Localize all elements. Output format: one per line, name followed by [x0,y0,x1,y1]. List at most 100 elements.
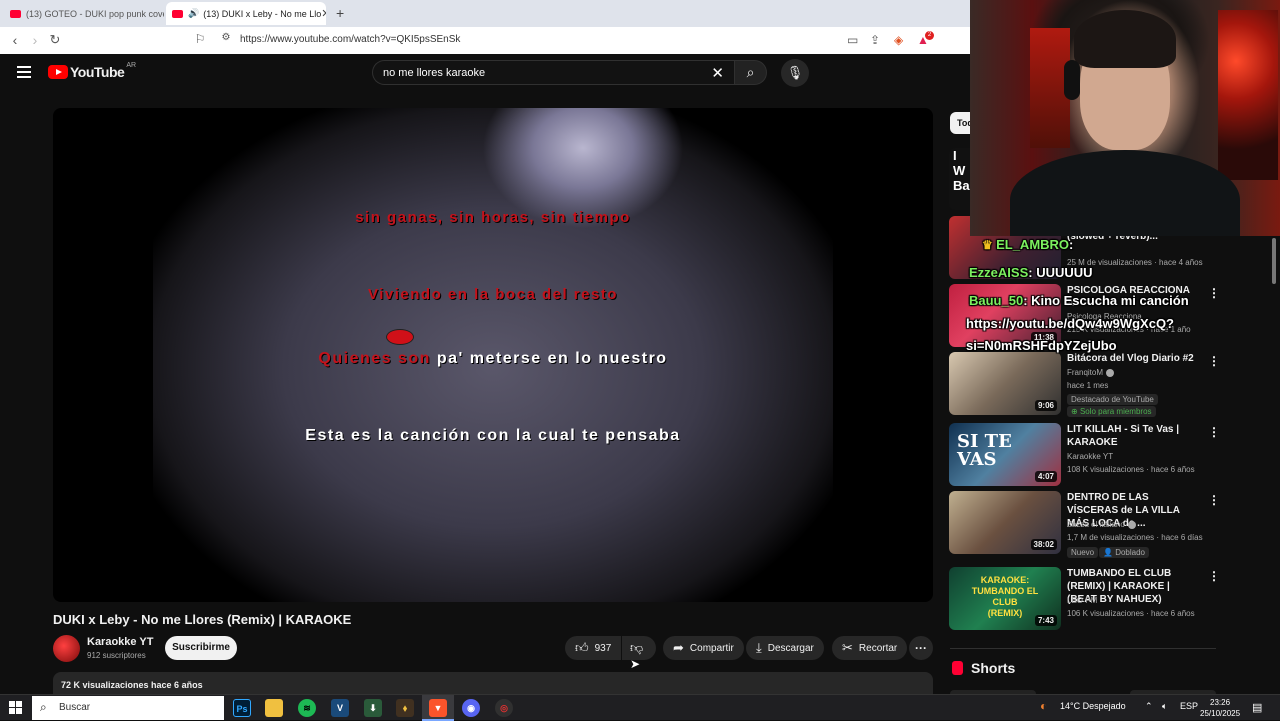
mouse-cursor-icon: ➤ [630,657,641,671]
site-settings-icon[interactable]: ⚙ [218,32,234,43]
webcam-overlay [970,0,1280,236]
video-thumbnail[interactable]: 38:02 [949,491,1061,554]
more-vertical-icon[interactable]: ⋮ [1208,354,1220,368]
share-button[interactable]: ➦ Compartir [663,636,744,660]
lyric-line-3: Quienes son pa' meterse en lo nuestro [53,350,933,368]
logo-text: YouTube [70,64,125,80]
dubbed-icon: 👤 [1103,548,1116,557]
like-button[interactable]: 👍︎ 937 [565,636,621,660]
photoshop-icon[interactable]: Ps [233,699,251,717]
search-button[interactable]: ⌕ [734,60,767,85]
clip-button[interactable]: ✂ Recortar [832,636,908,660]
shorts-section-header[interactable]: Shorts [952,660,1015,676]
youtube-header: YouTube AR no me llores karaoke ✕ ⌕ 🎙 [0,54,970,98]
recommendation-channel[interactable]: Zazza el italiano [1067,520,1136,529]
language-indicator[interactable]: ESP [1180,701,1198,711]
channel-avatar[interactable] [53,635,80,662]
subscriber-count: 912 suscriptores [87,651,146,660]
chat-username: EzzeAISS [969,265,1029,280]
clip-label: Recortar [858,642,898,654]
taskbar-search-placeholder: Buscar [59,702,91,713]
taskbar-search-input[interactable]: ⌕ Buscar [32,696,224,720]
video-duration: 9:06 [1034,400,1057,411]
voice-search-button[interactable]: 🎙 [781,59,809,87]
brave-shield-icon[interactable]: ◈ [894,33,903,47]
more-vertical-icon[interactable]: ⋮ [1208,493,1220,507]
headset [1064,60,1080,100]
recommendation-channel[interactable]: FranqitoM [1067,368,1115,377]
video-thumbnail[interactable]: 9:06 [949,352,1061,415]
more-vertical-icon[interactable]: ⋮ [1208,286,1220,300]
cast-icon[interactable]: ▭ [847,33,858,47]
clear-search-icon[interactable]: ✕ [711,64,724,82]
like-count: 937 [594,642,612,654]
recommendation-channel[interactable]: LEO PM [1067,596,1097,605]
search-input-value: no me llores karaoke [383,67,486,79]
app-icon[interactable]: ⬇ [364,699,382,717]
lyric-line-4: Esta es la canción con la cual te pensab… [305,427,681,444]
video-title: DUKI x Leby - No me Llores (Remix) | KAR… [53,612,352,627]
video-thumbnail[interactable]: SI TE VAS 4:07 [949,423,1061,486]
scrollbar-track[interactable] [1271,236,1277,688]
lyric-line-1: sin ganas, sin horas, sin tiempo [355,209,631,226]
chat-text: : Kino Escucha mi canción [1023,293,1189,308]
chevron-up-icon[interactable]: ⌃ [1145,701,1153,712]
league-icon[interactable]: ⬧ [396,699,414,717]
section-divider [950,648,1216,649]
video-thumbnail[interactable]: KARAOKE: TUMBANDO EL CLUB (REMIX) 7:43 [949,567,1061,630]
back-arrow-icon[interactable]: ‹ [7,32,23,48]
channel-name[interactable]: Karaokke YT [87,636,153,648]
clock-time: 23:26 [1210,698,1231,707]
more-actions-button[interactable]: ··· [909,636,933,660]
close-tab-icon[interactable]: ✕ [321,7,326,20]
share-page-icon[interactable]: ⇪ [870,33,880,47]
thumbnail-text: SI TE VAS [957,431,1012,470]
url-field[interactable]: https://www.youtube.com/watch?v=QKI5psSE… [240,34,460,45]
recommendation-title[interactable]: Bitácora del Vlog Diario #2 [1067,352,1195,365]
crown-icon: ♛ [982,238,997,252]
obs-icon[interactable]: ◎ [495,699,513,717]
share-label: Compartir [689,642,734,654]
youtube-logo[interactable]: YouTube AR [48,62,136,80]
reload-icon[interactable]: ↻ [47,32,63,48]
browser-tab-goteo[interactable]: (13) GOTEO - DUKI pop punk cover [4,2,164,25]
browser-tab-active[interactable]: 🔊 (13) DUKI x Leby - No me Llo ✕ [166,2,326,25]
recommendation-channel[interactable]: Karaokke YT [1067,452,1113,461]
recommendation-meta: 106 K visualizaciones · hace 6 años [1067,609,1195,618]
more-vertical-icon[interactable]: ⋮ [1208,425,1220,439]
scrollbar-thumb[interactable] [1272,238,1276,284]
search-icon: ⌕ [40,700,47,714]
subscribe-button[interactable]: Suscribirme [165,636,237,660]
video-player[interactable]: sin ganas, sin horas, sin tiempo Viviend… [53,108,933,602]
bookmark-icon[interactable]: ⚐ [192,32,208,46]
new-tab-button[interactable]: + [336,5,344,21]
scissors-icon: ✂ [842,640,853,655]
audio-playing-icon: 🔊 [188,8,200,18]
chat-message-continued: si=N0mRSHFdpYZejUbo [966,338,1117,353]
notifications-icon[interactable]: ▤ [1252,701,1262,714]
search-input[interactable]: no me llores karaoke ✕ [372,60,734,85]
vegas-icon[interactable]: V [331,699,349,717]
discord-icon[interactable]: ◉ [462,699,480,717]
extension-badge: 2 [925,31,934,40]
chat-username: EL_AMBRO [996,237,1070,252]
download-icon: ⤓ [756,640,762,655]
file-explorer-icon[interactable] [265,699,283,717]
badge-label: Solo para miembros [1079,407,1152,416]
windows-start-icon[interactable] [9,701,22,714]
verified-icon [1127,520,1136,529]
recommendation-title[interactable]: LIT KILLAH - Si Te Vas | KARAOKE [1067,423,1195,449]
menu-icon[interactable] [17,66,31,78]
more-vertical-icon[interactable]: ⋮ [1208,569,1220,583]
download-button[interactable]: ⤓ Descargar [746,636,824,660]
chat-username: Bauu_50 [969,293,1024,308]
chat-message-continued: https://youtu.be/dQw4w9WgXcQ? [966,316,1174,331]
taskbar-clock[interactable]: 23:26 25/10/2025 [1200,697,1240,719]
forward-arrow-icon[interactable]: › [27,32,43,48]
weather-text[interactable]: 14°C Despejado [1060,701,1126,711]
spotify-icon[interactable]: ≋ [298,699,316,717]
partial-recommendation-card[interactable]: I W Ba [949,148,970,210]
speaker-icon[interactable]: 🔈︎ [1162,701,1167,712]
brave-browser-icon[interactable]: ▼ [429,699,447,717]
channel-label: Zazza el italiano [1067,520,1125,529]
